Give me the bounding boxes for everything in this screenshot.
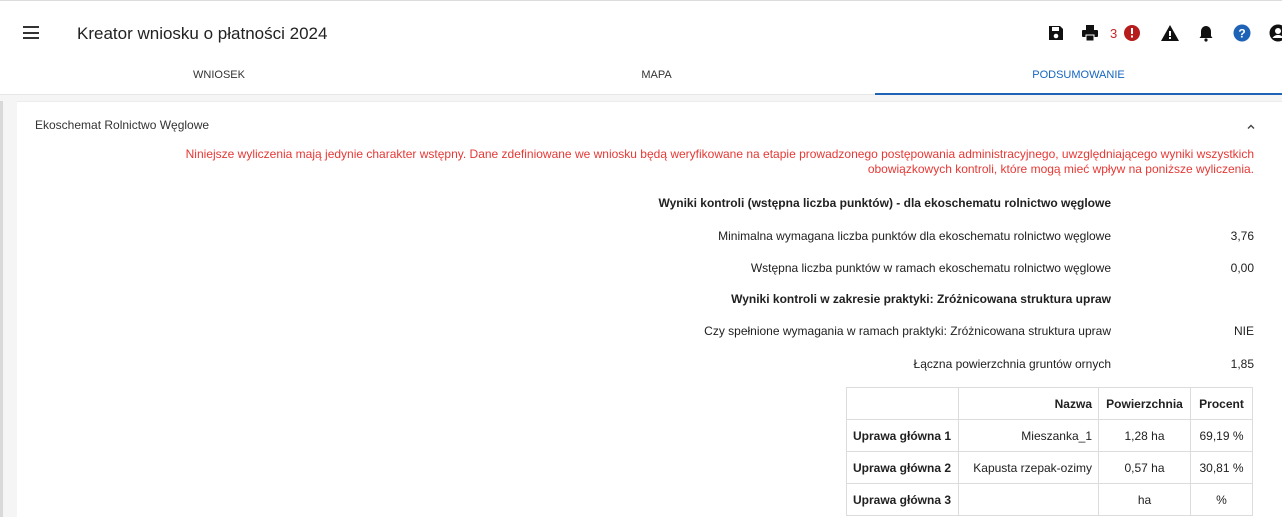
crop-label: Uprawa główna 1 [846, 419, 959, 452]
requirements-label: Czy spełnione wymagania w ramach praktyk… [704, 324, 1111, 338]
crop-percent: 69,19 % [1190, 419, 1253, 452]
table-header-row: Nazwa Powierzchnia Procent [846, 387, 1253, 420]
help-icon[interactable]: ? [1232, 23, 1252, 43]
bell-icon[interactable] [1196, 23, 1216, 43]
crop-name: Kapusta rzepak-ozimy [958, 451, 1099, 484]
table-row: Uprawa główna 3 ha % [846, 483, 1253, 516]
crops-table: Nazwa Powierzchnia Procent Uprawa główna… [846, 387, 1253, 516]
table-row: Uprawa główna 1 Mieszanka_1 1,28 ha 69,1… [846, 419, 1253, 452]
initial-points-label: Wstępna liczba punktów w ramach ekoschem… [750, 261, 1111, 275]
section-title: Ekoschemat Rolnictwo Węglowe [35, 118, 210, 132]
crop-area: 1,28 ha [1098, 419, 1191, 452]
tab-bar: WNIOSEK MAPA PODSUMOWANIE [0, 68, 1282, 95]
arable-area-label: Łączna powierzchnia gruntów ornych [913, 357, 1111, 371]
crop-area: 0,57 ha [1098, 451, 1191, 484]
save-icon[interactable] [1046, 23, 1066, 43]
chevron-up-icon[interactable] [1246, 119, 1256, 129]
app-title: Kreator wniosku o płatności 2024 [77, 24, 328, 43]
panel-edge [0, 101, 3, 517]
table-header-area: Powierzchnia [1098, 387, 1191, 420]
error-count: 3 [1110, 26, 1118, 41]
app-window: Kreator wniosku o płatności 2024 3 ? WNI… [0, 0, 1282, 517]
notice-line-1: Niniejsze wyliczenia mają jedynie charak… [185, 147, 1254, 161]
crop-name: Mieszanka_1 [958, 419, 1099, 452]
crop-percent: % [1190, 483, 1253, 516]
user-icon[interactable] [1268, 23, 1282, 43]
min-points-label: Minimalna wymagana liczba punktów dla ek… [718, 229, 1111, 243]
table-header-name: Nazwa [958, 387, 1099, 420]
requirements-value: NIE [1233, 324, 1254, 338]
menu-icon[interactable] [23, 26, 39, 39]
top-bar: Kreator wniosku o płatności 2024 3 ? [0, 0, 1282, 68]
crop-area: ha [1098, 483, 1191, 516]
notice-line-2: obowiązkowych kontroli, które mogą mieć … [867, 162, 1254, 176]
svg-text:?: ? [1238, 27, 1245, 41]
table-row: Uprawa główna 2 Kapusta rzepak-ozimy 0,5… [846, 451, 1253, 484]
crop-percent: 30,81 % [1190, 451, 1253, 484]
warning-icon[interactable] [1160, 23, 1180, 43]
error-icon[interactable] [1122, 23, 1142, 43]
min-points-value: 3,76 [1230, 229, 1254, 243]
table-header-empty [846, 387, 959, 420]
initial-points-value: 0,00 [1230, 261, 1254, 275]
preliminary-notice: Niniejsze wyliczenia mają jedynie charak… [114, 147, 1254, 177]
crop-name [958, 483, 1099, 516]
print-icon[interactable] [1080, 23, 1100, 43]
table-header-percent: Procent [1190, 387, 1253, 420]
tab-podsumowanie[interactable]: PODSUMOWANIE [875, 68, 1282, 95]
tab-wniosek[interactable]: WNIOSEK [0, 68, 438, 95]
arable-area-value: 1,85 [1230, 357, 1254, 371]
summary-panel: Ekoschemat Rolnictwo Węglowe Niniejsze w… [17, 101, 1282, 517]
tab-mapa[interactable]: MAPA [438, 68, 875, 95]
results-heading-2-label: Wyniki kontroli w zakresie praktyki: Zró… [731, 292, 1111, 306]
results-heading-1-label: Wyniki kontroli (wstępna liczba punktów)… [658, 196, 1111, 210]
crop-label: Uprawa główna 3 [846, 483, 959, 516]
crop-label: Uprawa główna 2 [846, 451, 959, 484]
